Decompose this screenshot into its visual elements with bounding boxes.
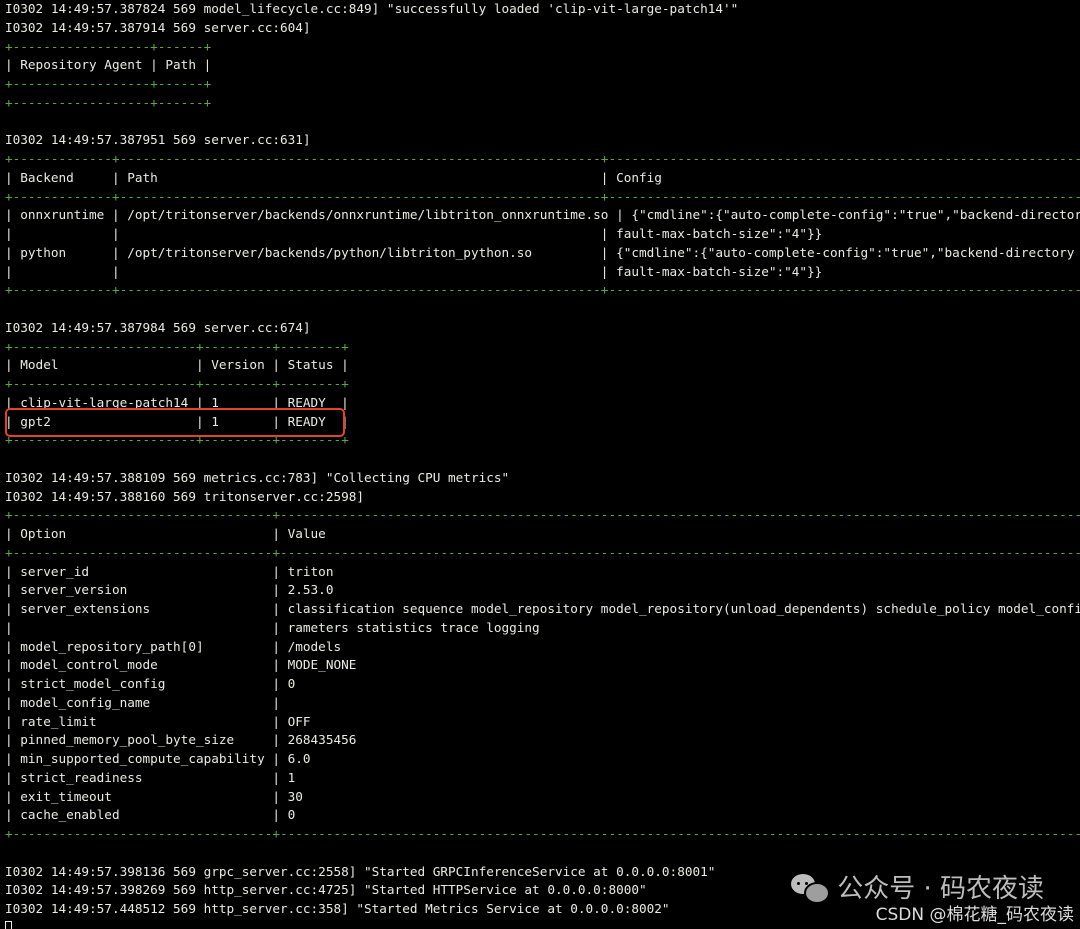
log-line: I0302 14:49:57.388160 569 tritonserver.c… (5, 488, 365, 504)
table-row: | | rameters statistics trace logging (5, 619, 540, 635)
csdn-credit: CSDN @棉花糖_码农夜读 (875, 905, 1074, 925)
table-row: | server_version | 2.53.0 (5, 582, 334, 598)
table-border-line: +----------------------------------+----… (5, 507, 1080, 523)
table-row: | cache_enabled | 0 (5, 807, 296, 823)
table-border-line: +-------------+-------------------------… (5, 151, 1080, 166)
table-border-line: +-------------+-------------------------… (5, 188, 1080, 204)
table-row: | model_config_name | (5, 694, 280, 710)
table-border-line: +------------------+------+ (5, 94, 212, 110)
table-row: | onnxruntime | /opt/tritonserver/backen… (5, 207, 1080, 223)
log-line: I0302 14:49:57.387824 569 model_lifecycl… (5, 1, 739, 16)
table-row: | | | fault-max-batch-size":"4"}} (5, 226, 823, 241)
terminal-cursor (5, 921, 12, 929)
table-row: | strict_model_config | 0 (5, 676, 296, 691)
table-row: | model_repository_path[0] | /models (5, 638, 342, 654)
table-row: | rate_limit | OFF (5, 713, 311, 729)
table-row: | pinned_memory_pool_byte_size | 2684354… (5, 732, 357, 748)
table-border-line: +------------------------+---------+----… (5, 376, 349, 391)
terminal-output[interactable]: I0302 14:49:57.387824 569 model_lifecycl… (0, 0, 1080, 929)
table-row: | strict_readiness | 1 (5, 769, 296, 785)
table-border-line: +-------------+-------------------------… (5, 282, 1080, 298)
log-line: I0302 14:49:57.388109 569 metrics.cc:783… (5, 469, 510, 485)
log-line: I0302 14:49:57.387951 569 server.cc:631] (5, 132, 311, 148)
log-line: I0302 14:49:57.387914 569 server.cc:604] (5, 19, 311, 35)
table-border-line: +------------------+------+ (5, 38, 212, 54)
table-row: | gpt2 | 1 | READY | (5, 413, 349, 429)
table-row: | Repository Agent | Path | (5, 57, 212, 73)
table-row: | min_supported_compute_capability | 6.0 (5, 751, 311, 766)
table-row: | Model | Version | Status | (5, 357, 349, 373)
table-border-line: +----------------------------------+----… (5, 544, 1080, 560)
table-row: | Option | Value (5, 526, 326, 541)
table-border-line: +------------------------+---------+----… (5, 338, 349, 354)
table-row: | model_control_mode | MODE_NONE (5, 657, 357, 673)
table-row: | python | /opt/tritonserver/backends/py… (5, 244, 1075, 260)
table-row: | exit_timeout | 30 (5, 788, 303, 804)
wechat-icon (791, 872, 831, 904)
table-row: | server_extensions | classification seq… (5, 601, 1080, 616)
table-row: | | | fault-max-batch-size":"4"}} (5, 263, 823, 279)
table-border-line: +------------------------+---------+----… (5, 432, 349, 448)
table-border-line: +------------------+------+ (5, 76, 212, 91)
table-row: | Backend | Path | Config (5, 169, 662, 185)
table-row: | clip-vit-large-patch14 | 1 | READY | (5, 394, 349, 410)
log-line: I0302 14:49:57.387984 569 server.cc:674] (5, 319, 311, 335)
table-border-line: +----------------------------------+----… (5, 826, 1080, 841)
table-row: | server_id | triton (5, 563, 334, 579)
